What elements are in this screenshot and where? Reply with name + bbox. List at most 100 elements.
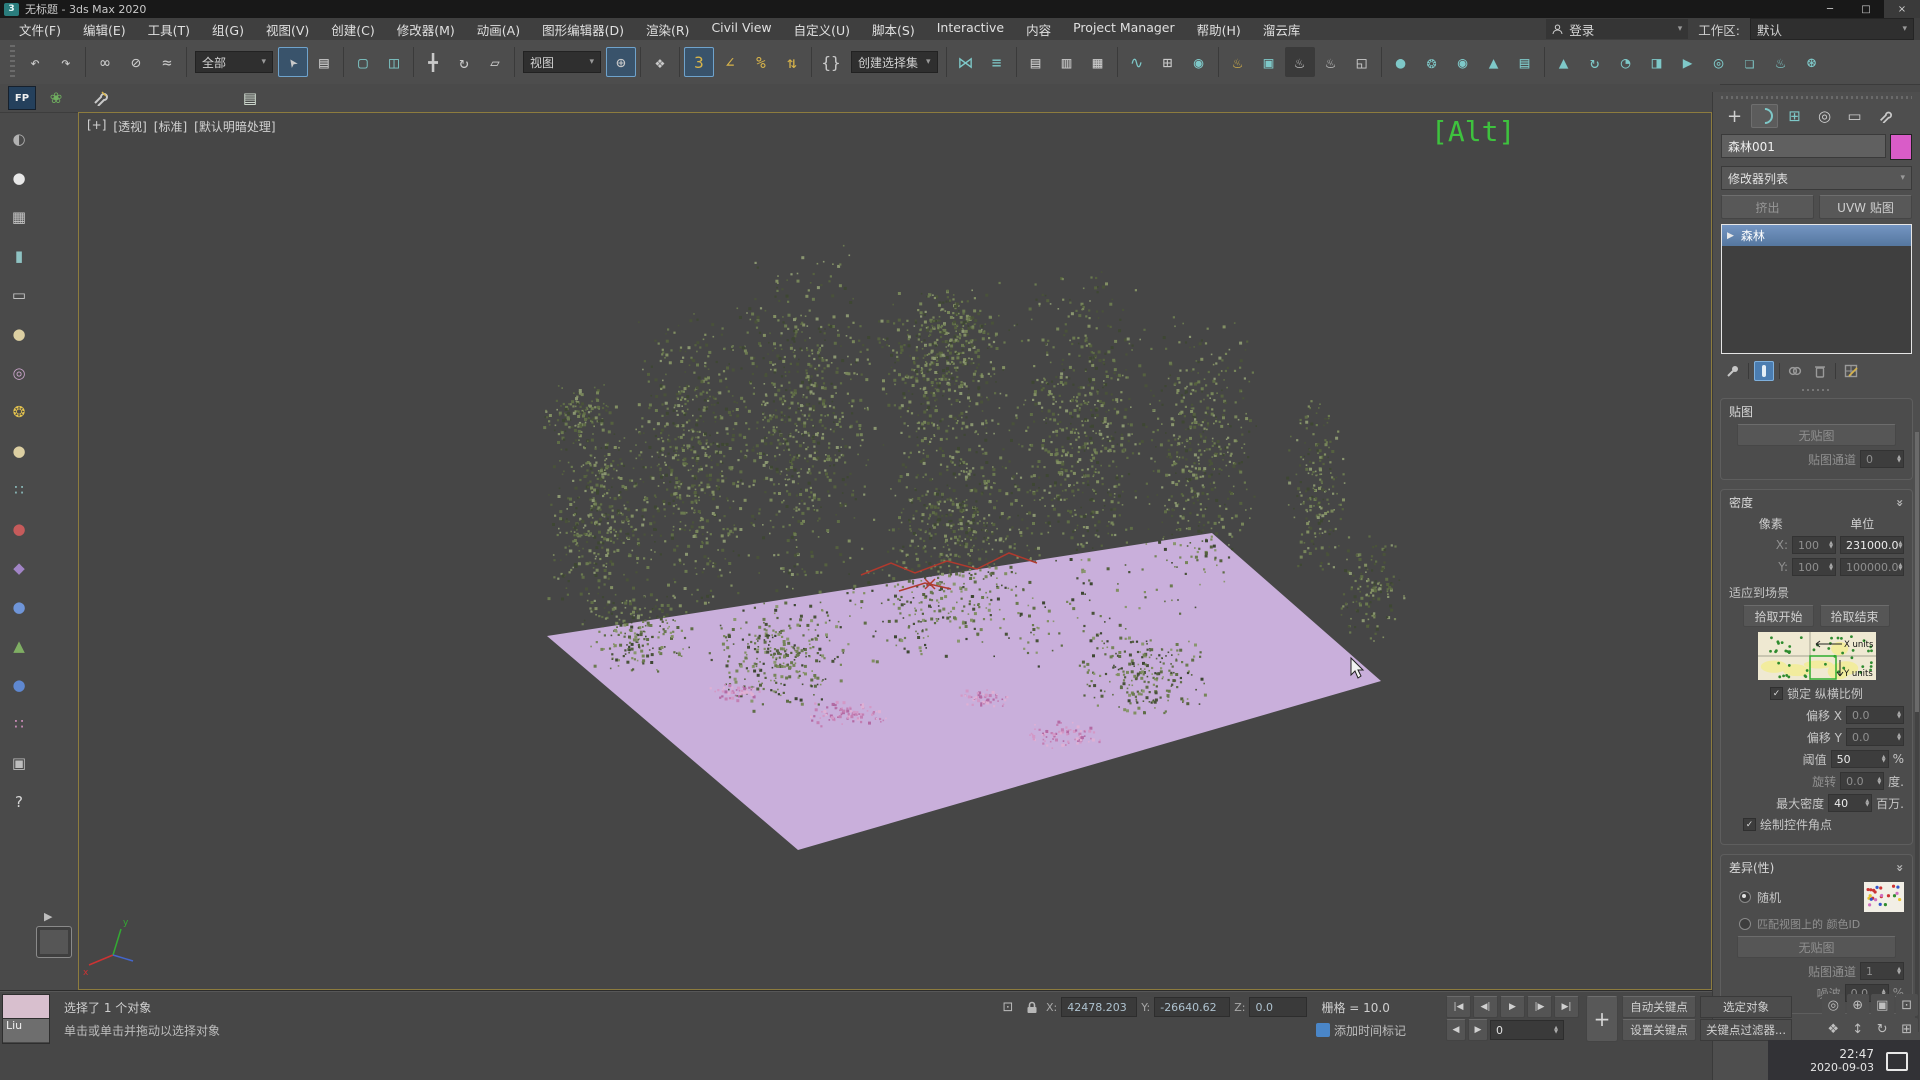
menu-item[interactable]: 工具(T) [137, 20, 201, 39]
align-icon[interactable]: ≡ [982, 47, 1012, 77]
spinner[interactable]: ▲▼ [1897, 455, 1901, 463]
rendered-frame-icon[interactable]: ▣ [1254, 47, 1284, 77]
y-coord-field[interactable]: -26640.62 [1154, 997, 1230, 1017]
uvw-map-button[interactable]: UVW 贴图 [1819, 195, 1912, 219]
rect-region-icon[interactable]: ▢ [348, 47, 378, 77]
spinner[interactable]: ▲▼ [1554, 1026, 1558, 1034]
zoom-icon[interactable]: ◎ [1822, 994, 1845, 1016]
mirror-icon[interactable]: ⋈ [951, 47, 981, 77]
ribbon-icon[interactable]: ▦ [1083, 47, 1113, 77]
cylinder-icon[interactable]: ▮ [6, 243, 32, 269]
isolate-selection-icon[interactable]: ⊡ [998, 998, 1018, 1016]
menu-item[interactable]: 脚本(S) [861, 20, 926, 39]
prism-icon[interactable]: ◆ [6, 555, 32, 581]
rollout-separator[interactable] [1733, 387, 1900, 393]
remove-modifier-icon[interactable] [1810, 361, 1830, 381]
menu-item[interactable]: 文件(F) [8, 20, 72, 39]
dots-icon[interactable]: ∷ [6, 711, 32, 737]
create-tab[interactable]: + [1721, 104, 1748, 128]
curve-editor-icon[interactable]: ∿ [1122, 47, 1152, 77]
menu-item[interactable]: Civil View [700, 20, 782, 39]
forest-object-icon[interactable]: ❀ [44, 87, 68, 109]
add-time-tag[interactable]: 添加时间标记 [1334, 1022, 1406, 1039]
unlink-icon[interactable]: ⊘ [121, 47, 151, 77]
goto-end-button[interactable]: ▶| [1554, 996, 1579, 1018]
toolbar-drag-handle[interactable] [10, 45, 15, 79]
menu-item[interactable]: 内容 [1015, 20, 1062, 39]
forest-pack-button[interactable]: FP [8, 86, 36, 110]
spinner-snap-icon[interactable]: ⇅ [777, 47, 807, 77]
material-editor-icon[interactable]: ◉ [1184, 47, 1214, 77]
sun-icon[interactable]: ❂ [6, 399, 32, 425]
tree-tool-icon[interactable]: ▲ [1549, 47, 1579, 77]
menu-item[interactable]: 创建(C) [320, 20, 385, 39]
menu-item[interactable]: 渲染(R) [635, 20, 700, 39]
redo-icon[interactable]: ↷ [51, 47, 81, 77]
menu-item[interactable]: Project Manager [1062, 20, 1186, 39]
modify-tab[interactable] [1751, 104, 1778, 128]
x-units-field[interactable]: 231000.0▲▼ [1840, 536, 1904, 554]
menu-item[interactable]: 修改器(M) [386, 20, 466, 39]
y-pixels-field[interactable]: 100▲▼ [1792, 558, 1836, 576]
login-dropdown[interactable]: 登录 ▾ [1546, 19, 1688, 39]
maximize-viewport-icon[interactable]: ⊞ [1896, 1018, 1919, 1040]
walk-icon[interactable]: ↕ [1847, 1018, 1870, 1040]
play-button[interactable]: ▶ [1500, 996, 1525, 1018]
select-manipulate-icon[interactable]: ❖ [645, 47, 675, 77]
selection-filter-dropdown[interactable]: 全部▾ [195, 51, 273, 73]
z-coord-field[interactable]: 0.0 [1249, 997, 1307, 1017]
menu-item[interactable]: 帮助(H) [1186, 20, 1252, 39]
pearl-icon[interactable]: ● [6, 672, 32, 698]
layer-manager-icon[interactable]: ▤ [1021, 47, 1051, 77]
orbit-icon[interactable]: ↻ [1871, 1018, 1894, 1040]
workspace-dropdown[interactable]: 默认 ▾ [1750, 18, 1914, 40]
ring-icon[interactable]: ◎ [6, 360, 32, 386]
no-map-button[interactable]: 无贴图 [1737, 424, 1896, 446]
modifier-list-dropdown[interactable]: 修改器列表 ▾ [1721, 166, 1912, 190]
percent-snap-icon[interactable]: % [746, 47, 776, 77]
diversity-channel-field[interactable]: 1▲▼ [1860, 962, 1904, 980]
maximize-button[interactable]: □ [1848, 0, 1884, 18]
named-sets-icon[interactable]: {} [816, 47, 846, 77]
panel-drag-handle[interactable] [1721, 94, 1912, 101]
current-frame-field[interactable]: 0▲▼ [1490, 1020, 1564, 1040]
minimize-button[interactable]: ─ [1812, 0, 1848, 18]
pick-start-button[interactable]: 拾取开始 [1743, 605, 1813, 627]
extrude-button[interactable]: 挤出 [1721, 195, 1814, 219]
make-unique-icon[interactable] [1785, 361, 1805, 381]
snap-toggle-icon[interactable]: 3 [684, 47, 714, 77]
hierarchy-tab[interactable]: ⊞ [1781, 104, 1808, 128]
menu-item[interactable]: 编辑(E) [72, 20, 137, 39]
key-fwd-button[interactable]: ▶ [1468, 1019, 1488, 1041]
selection-lock-icon[interactable] [1022, 998, 1042, 1016]
select-link-icon[interactable]: ∞ [90, 47, 120, 77]
stack-item-forest[interactable]: ▶ 森林 [1722, 225, 1911, 246]
select-by-name-icon[interactable]: ▤ [309, 47, 339, 77]
object-name-field[interactable]: 森林001 [1721, 134, 1886, 158]
viewport-menu-standard[interactable]: [标准] [154, 118, 187, 135]
next-frame-button[interactable]: |▶ [1527, 996, 1552, 1018]
state-sets-icon[interactable]: ◱ [1347, 47, 1377, 77]
refresh-icon[interactable]: ↻ [1580, 47, 1610, 77]
offset-y-field[interactable]: 0.0▲▼ [1846, 728, 1904, 746]
goto-start-button[interactable]: |◀ [1446, 996, 1471, 1018]
teapot-icon[interactable]: ♨ [1766, 47, 1796, 77]
sphere-icon[interactable]: ● [6, 321, 32, 347]
zoom-region-icon[interactable]: ⊡ [1896, 994, 1919, 1016]
select-move-icon[interactable]: ╋ [418, 47, 448, 77]
rotate-field[interactable]: 0.0▲▼ [1840, 772, 1884, 790]
prev-frame-button[interactable]: ◀| [1473, 996, 1498, 1018]
stack-expand-icon[interactable]: ▶ [1727, 231, 1734, 241]
collapse-chevron-icon[interactable]: » [1893, 864, 1907, 872]
threshold-field[interactable]: 50▲▼ [1831, 750, 1889, 768]
sun-positioner-icon[interactable]: ❂ [1417, 47, 1447, 77]
viewport-menu-plus[interactable]: [+] [87, 118, 106, 135]
left-toolbar-slot[interactable] [36, 926, 72, 958]
menu-item[interactable]: 组(G) [201, 20, 255, 39]
zoom-extents-icon[interactable]: ▣ [1871, 994, 1894, 1016]
configure-modifier-sets-icon[interactable] [1841, 361, 1861, 381]
menu-item[interactable]: 自定义(U) [783, 20, 861, 39]
utilities-tab[interactable] [1871, 104, 1898, 128]
close-button[interactable]: × [1884, 0, 1920, 18]
show-desktop-icon[interactable] [1886, 1052, 1908, 1071]
